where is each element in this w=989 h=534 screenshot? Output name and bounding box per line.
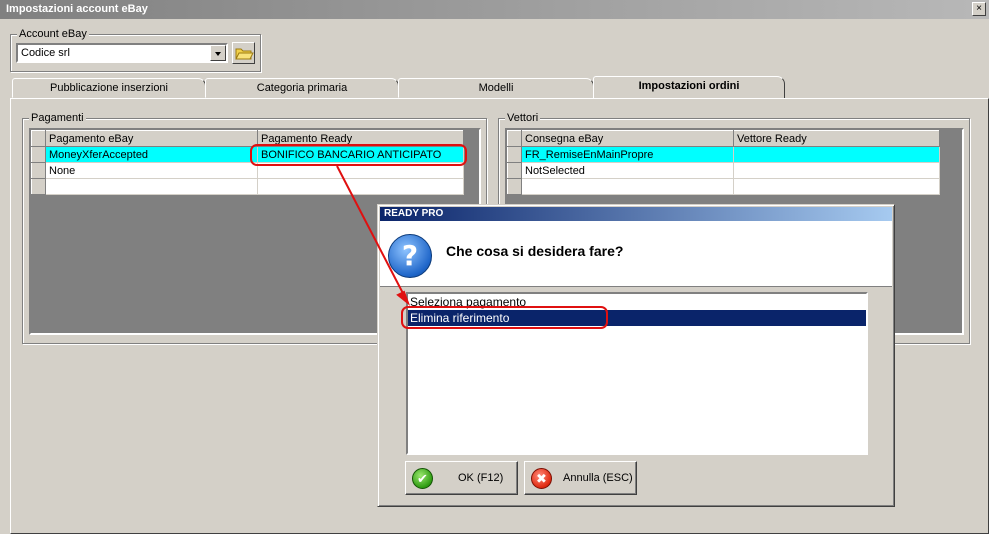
cancel-button[interactable]: ✖ Annulla (ESC) — [524, 461, 637, 495]
cancel-button-label: Annulla (ESC) — [563, 472, 633, 484]
question-icon: ? — [388, 234, 432, 278]
row-indicator[interactable] — [507, 162, 522, 179]
row-indicator-header — [507, 130, 522, 147]
table-cell[interactable]: MoneyXferAccepted — [45, 146, 258, 163]
row-indicator[interactable] — [31, 146, 46, 163]
dialog-title: READY PRO — [380, 207, 892, 221]
dialog-question: Che cosa si desidera fare? — [446, 243, 624, 259]
table-cell[interactable] — [521, 178, 734, 195]
annotation-ring-pagamento-ready — [250, 144, 467, 166]
dialog-header: ? Che cosa si desidera fare? — [380, 221, 892, 287]
action-dialog: READY PRO ? Che cosa si desidera fare? S… — [377, 204, 895, 507]
table-cell[interactable]: NotSelected — [521, 162, 734, 179]
account-select-value: Codice srl — [21, 47, 70, 59]
window-title: Impostazioni account eBay — [6, 3, 148, 15]
column-header-vettore-ready[interactable]: Vettore Ready — [733, 130, 940, 147]
table-cell[interactable] — [257, 178, 464, 195]
row-indicator[interactable] — [507, 178, 522, 195]
table-cell[interactable] — [733, 178, 940, 195]
table-row[interactable] — [507, 178, 940, 195]
annotation-ring-elimina-riferimento — [401, 306, 608, 329]
vettori-legend: Vettori — [505, 112, 541, 124]
row-indicator-header — [31, 130, 46, 147]
table-cell[interactable]: FR_RemiseEnMainPropre — [521, 146, 734, 163]
column-header-pagamento-ebay[interactable]: Pagamento eBay — [45, 130, 258, 147]
table-cell[interactable] — [733, 146, 940, 163]
window-title-bar: Impostazioni account eBay — [0, 0, 989, 19]
table-cell[interactable] — [45, 178, 258, 195]
chevron-down-icon[interactable] — [210, 45, 226, 61]
account-legend: Account eBay — [17, 28, 89, 40]
check-icon: ✔ — [412, 468, 433, 489]
table-row[interactable] — [31, 178, 464, 195]
ok-button[interactable]: ✔ OK (F12) — [405, 461, 518, 495]
table-cell[interactable] — [733, 162, 940, 179]
grid-header-row: Consegna eBay Vettore Ready — [507, 130, 940, 147]
tab-modelli[interactable]: Modelli — [398, 78, 594, 98]
ok-button-label: OK (F12) — [458, 472, 504, 484]
row-indicator[interactable] — [31, 178, 46, 195]
folder-icon — [235, 48, 254, 60]
row-indicator[interactable] — [507, 146, 522, 163]
table-cell[interactable]: None — [45, 162, 258, 179]
pagamenti-legend: Pagamenti — [29, 112, 86, 124]
row-indicator[interactable] — [31, 162, 46, 179]
folder-button[interactable] — [232, 42, 255, 64]
table-row[interactable]: NotSelected — [507, 162, 940, 179]
account-select[interactable]: Codice srl — [16, 43, 228, 63]
cancel-icon: ✖ — [531, 468, 552, 489]
table-row[interactable]: FR_RemiseEnMainPropre — [507, 146, 940, 163]
tab-pubblicazione-inserzioni[interactable]: Pubblicazione inserzioni — [12, 78, 206, 98]
column-header-consegna-ebay[interactable]: Consegna eBay — [521, 130, 734, 147]
tab-impostazioni-ordini[interactable]: Impostazioni ordini — [593, 76, 785, 99]
close-icon[interactable]: × — [972, 2, 986, 16]
tab-categoria-primaria[interactable]: Categoria primaria — [205, 78, 399, 98]
